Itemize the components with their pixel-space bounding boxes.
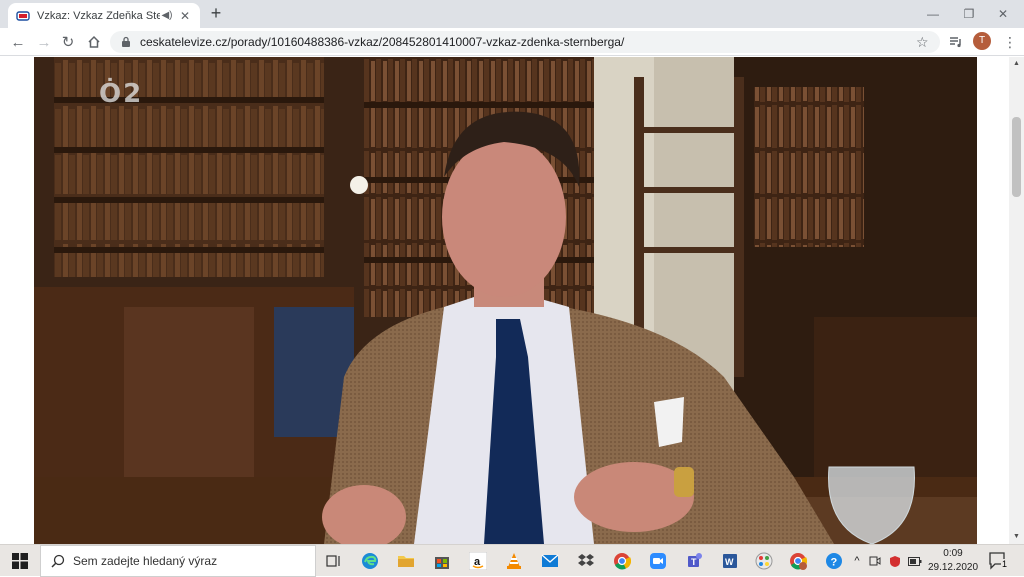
address-bar[interactable]: ceskatelevize.cz/porady/10160488386-vzka… <box>110 31 940 53</box>
battery-icon[interactable] <box>906 545 924 577</box>
search-icon <box>51 554 65 568</box>
clock-time: 0:09 <box>943 548 963 559</box>
page-content: Ȯ2 <box>0 57 1024 544</box>
notification-count: 1 <box>1001 559 1009 569</box>
profile-avatar[interactable]: T <box>973 32 991 50</box>
new-tab-icon[interactable]: + <box>206 4 226 24</box>
paint-icon[interactable] <box>752 549 776 573</box>
scroll-up-icon[interactable]: ▲ <box>1009 57 1024 71</box>
search-placeholder: Sem zadejte hledaný výraz <box>73 554 218 568</box>
taskbar-search[interactable]: Sem zadejte hledaný výraz <box>40 545 316 577</box>
svg-text:T: T <box>691 557 697 567</box>
bookmark-star-icon[interactable]: ☆ <box>916 34 930 51</box>
system-clock[interactable]: 0:09 29.12.2020 <box>924 547 982 575</box>
close-window-icon[interactable]: ✕ <box>980 0 1024 28</box>
amazon-icon[interactable]: a <box>466 549 490 573</box>
ct-favicon-icon <box>16 9 30 23</box>
forward-icon[interactable]: → <box>34 32 54 52</box>
browser-toolbar: ← → ↻ ceskatelevize.cz/porady/1016048838… <box>0 28 1024 56</box>
show-hidden-icons-icon[interactable]: ^ <box>850 545 864 577</box>
teams-icon[interactable]: T <box>682 549 706 573</box>
tab-title: Vzkaz: Vzkaz Zdeňka Sternbe <box>37 9 160 22</box>
chrome-profile-icon[interactable] <box>786 549 810 573</box>
menu-kebab-icon[interactable]: ⋮ <box>1000 32 1020 52</box>
scroll-down-icon[interactable]: ▼ <box>1009 530 1024 544</box>
windows-taskbar: Sem zadejte hledaný výraz a T W ? ^ 0:09… <box>0 544 1024 577</box>
vlc-icon[interactable] <box>502 549 526 573</box>
media-control-icon[interactable] <box>946 32 966 52</box>
meet-now-icon[interactable] <box>866 545 884 577</box>
video-frame-image <box>34 57 977 544</box>
start-button[interactable] <box>0 545 40 577</box>
lock-icon[interactable] <box>120 36 132 48</box>
page-scrollbar[interactable]: ▲ ▼ <box>1009 57 1024 544</box>
store-icon[interactable] <box>430 549 454 573</box>
zoom-icon[interactable] <box>646 549 670 573</box>
clock-date: 29.12.2020 <box>927 562 979 573</box>
file-explorer-icon[interactable] <box>394 549 418 573</box>
svg-text:W: W <box>725 557 734 567</box>
notification-center-icon[interactable]: 1 <box>988 551 1010 571</box>
windows-logo-icon <box>12 553 28 569</box>
browser-tab[interactable]: Vzkaz: Vzkaz Zdeňka Sternbe ◀) ✕ <box>8 3 200 28</box>
mail-icon[interactable] <box>538 549 562 573</box>
dropbox-icon[interactable] <box>574 549 598 573</box>
chrome-icon[interactable] <box>610 549 634 573</box>
video-player[interactable]: Ȯ2 <box>34 57 977 544</box>
scroll-thumb[interactable] <box>1012 117 1021 197</box>
tab-close-icon[interactable]: ✕ <box>178 9 192 23</box>
tab-strip: Vzkaz: Vzkaz Zdeňka Sternbe ◀) ✕ + — ❐ ✕ <box>0 0 1024 28</box>
channel-logo: Ȯ2 <box>99 79 144 109</box>
svg-text:?: ? <box>831 557 838 569</box>
url-text: ceskatelevize.cz/porady/10160488386-vzka… <box>140 35 625 49</box>
back-icon[interactable]: ← <box>8 32 28 52</box>
home-icon[interactable] <box>84 32 104 52</box>
help-icon[interactable]: ? <box>822 549 846 573</box>
task-view-icon[interactable] <box>322 549 346 573</box>
security-shield-icon[interactable] <box>886 545 904 577</box>
word-icon[interactable]: W <box>718 549 742 573</box>
reload-icon[interactable]: ↻ <box>58 32 78 52</box>
edge-icon[interactable] <box>358 549 382 573</box>
audio-playing-icon[interactable]: ◀) <box>160 10 174 21</box>
